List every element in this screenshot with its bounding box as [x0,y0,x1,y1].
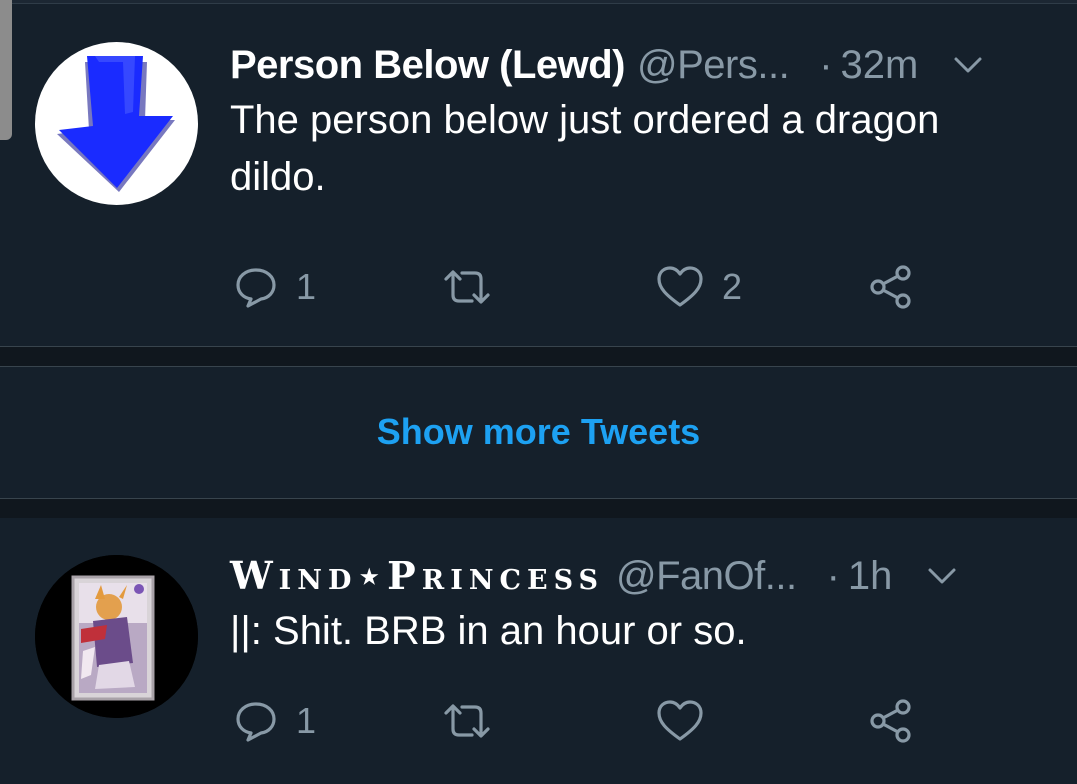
tweet-actions: 1 [230,696,950,746]
timestamp[interactable]: 1h [848,549,893,603]
like-count: 2 [722,266,743,307]
like-button[interactable]: 2 [656,262,742,312]
user-handle[interactable]: @FanOf... [616,549,797,603]
chevron-down-icon[interactable] [950,47,986,83]
user-handle[interactable]: @Pers... [637,38,790,92]
tweet-text: ||: Shit. BRB in an hour or so. [230,609,747,653]
tweet-content: Wind⋆Princess @FanOf... · 1h ||: Shit. B… [230,549,1047,660]
tweet-text: The person below just ordered a dragon d… [230,98,940,199]
reply-icon [236,702,276,742]
separator-dot: · [826,554,840,598]
share-icon [870,699,911,743]
chevron-down-icon[interactable] [924,558,960,594]
heart-icon [657,266,703,307]
tweet-actions: 1 2 [230,262,950,312]
display-name[interactable]: Person Below (Lewd) [230,38,626,92]
like-button[interactable] [656,696,722,746]
retweet-button[interactable] [442,696,510,746]
reply-button[interactable]: 1 [234,262,316,312]
avatar[interactable] [35,42,198,205]
retweet-icon [444,270,490,304]
section-divider [0,346,1077,367]
tweet-content: Person Below (Lewd) @Pers... · 32m The p… [230,38,1047,206]
anime-card-icon [35,555,198,718]
tweet[interactable]: Person Below (Lewd) @Pers... · 32m The p… [0,4,1077,346]
timeline: Person Below (Lewd) @Pers... · 32m The p… [0,0,1077,784]
show-more-label[interactable]: Show more Tweets [377,411,700,453]
heart-icon [657,700,703,741]
avatar[interactable] [35,555,198,718]
reply-icon [236,268,276,308]
scrollbar[interactable] [0,0,12,140]
share-button[interactable] [868,696,914,746]
reply-count: 1 [296,700,317,741]
tweet-header: Person Below (Lewd) @Pers... · 32m [230,38,1047,92]
tweet[interactable]: Wind⋆Princess @FanOf... · 1h ||: Shit. B… [0,518,1077,784]
timestamp[interactable]: 32m [841,38,919,92]
separator-dot: · [819,43,833,87]
section-divider [0,498,1077,519]
retweet-icon [444,704,490,738]
show-more-tweets-button[interactable]: Show more Tweets [0,367,1077,497]
retweet-button[interactable] [442,262,510,312]
share-icon [870,265,911,309]
share-button[interactable] [868,262,914,312]
reply-count: 1 [296,266,317,307]
blue-down-arrow-icon [57,56,175,192]
display-name[interactable]: Wind⋆Princess [230,549,604,603]
reply-button[interactable]: 1 [234,696,316,746]
tweet-header: Wind⋆Princess @FanOf... · 1h [230,549,1047,603]
